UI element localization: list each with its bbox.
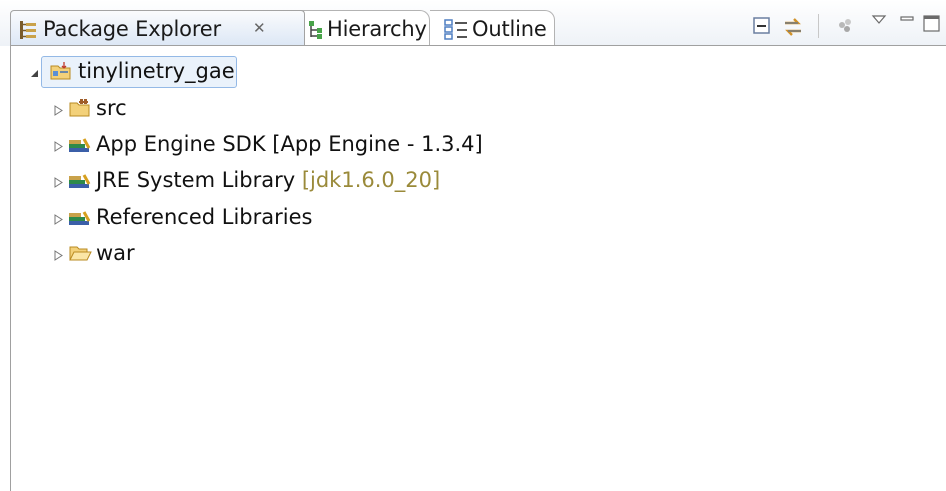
tree-item-root[interactable]: tinylinetry_gae	[0, 58, 946, 88]
collapse-all-icon[interactable]	[752, 16, 772, 36]
tree-item-jre-system-library[interactable]: JRE System Library [jdk1.6.0_20]	[0, 167, 946, 197]
package-explorer-icon	[20, 21, 36, 39]
minimize-icon[interactable]	[899, 14, 915, 24]
collapsed-arrow-icon[interactable]	[54, 250, 63, 261]
library-icon	[69, 211, 91, 225]
package-explorer-view: Outline Hierarchy Package Explorer ✕ tin…	[0, 0, 946, 491]
tree-item-label: JRE System Library [jdk1.6.0_20]	[96, 168, 440, 192]
library-version-decoration: [jdk1.6.0_20]	[301, 168, 441, 192]
collapsed-arrow-icon[interactable]	[54, 177, 63, 188]
library-name: JRE System Library	[96, 168, 302, 192]
tree-item-referenced-libraries[interactable]: Referenced Libraries	[0, 204, 946, 234]
tab-label: Package Explorer	[43, 17, 221, 41]
tree-item-label: src	[96, 96, 127, 120]
folder-icon	[69, 246, 92, 261]
outline-icon	[444, 19, 467, 40]
library-icon	[69, 138, 91, 152]
toolbar-separator	[818, 14, 819, 38]
tree-item-label: Referenced Libraries	[96, 205, 313, 229]
tab-hierarchy[interactable]: Hierarchy	[300, 10, 430, 46]
tab-baseline	[10, 45, 946, 46]
maximize-icon[interactable]	[922, 14, 942, 34]
view-menu-icon[interactable]	[871, 14, 887, 26]
java-project-icon	[50, 62, 71, 80]
collapsed-arrow-icon[interactable]	[54, 105, 63, 116]
source-folder-icon	[69, 99, 90, 117]
expanded-arrow-icon[interactable]	[30, 69, 39, 78]
link-with-editor-icon[interactable]	[782, 16, 804, 38]
tree-item-war[interactable]: war	[0, 240, 946, 270]
hierarchy-icon	[309, 21, 322, 39]
tree-item-label: tinylinetry_gae	[78, 59, 235, 83]
view-tab-strip: Outline Hierarchy Package Explorer ✕	[0, 0, 946, 46]
library-icon	[69, 174, 91, 188]
tab-outline[interactable]: Outline	[430, 10, 555, 46]
close-tab-icon[interactable]: ✕	[253, 19, 266, 37]
tree-item-label: App Engine SDK [App Engine - 1.3.4]	[96, 132, 483, 156]
tree-item-src[interactable]: src	[0, 95, 946, 125]
focus-icon[interactable]	[836, 16, 856, 36]
collapsed-arrow-icon[interactable]	[54, 141, 63, 152]
collapsed-arrow-icon[interactable]	[54, 214, 63, 225]
tree-item-app-engine-sdk[interactable]: App Engine SDK [App Engine - 1.3.4]	[0, 131, 946, 161]
tab-label: Hierarchy	[327, 17, 427, 41]
tab-package-explorer[interactable]: Package Explorer ✕	[10, 10, 305, 46]
tab-label: Outline	[472, 17, 547, 41]
tree-item-label: war	[96, 241, 135, 265]
